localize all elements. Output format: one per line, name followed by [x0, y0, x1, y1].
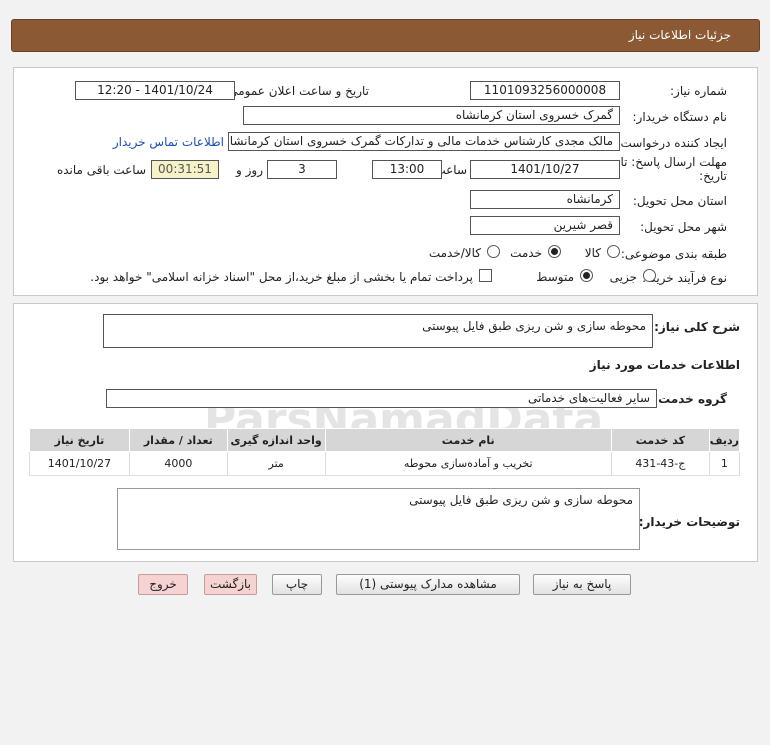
buyer-notes-text: محوطه سازی و شن ریزی طبق فایل پیوستی	[409, 493, 633, 507]
service-group-field: سایر فعالیت‌های خدماتی	[106, 389, 657, 408]
general-desc-label: شرح کلی نیاز:	[654, 320, 740, 334]
cell-service-code: ج-43-431	[610, 451, 710, 476]
process-option-medium: متوسط	[536, 270, 574, 284]
need-number-field: 1101093256000008	[470, 81, 620, 100]
treasury-payment-note: پرداخت تمام یا بخشی از مبلغ خرید،از محل …	[90, 270, 473, 284]
category-radio-goods-service[interactable]	[487, 245, 500, 258]
category-radio-service[interactable]	[548, 245, 561, 258]
services-table: ردیف کد خدمت نام خدمت واحد اندازه گیری ت…	[29, 428, 741, 476]
general-desc-text: محوطه سازی و شن ریزی طبق فایل پیوستی	[422, 319, 646, 333]
info-panel: شماره نیاز: 1101093256000008 تاریخ و ساع…	[13, 67, 758, 296]
treasury-payment-checkbox[interactable]	[479, 269, 492, 282]
deadline-date-field: 1401/10/27	[470, 160, 620, 179]
remaining-label: ساعت باقی مانده	[56, 163, 146, 177]
col-header-unit: واحد اندازه گیری	[226, 428, 326, 452]
col-header-service-code: کد خدمت	[610, 428, 710, 452]
buyer-org-field: گمرک خسروی استان کرمانشاه	[243, 106, 620, 125]
buyer-notes-field: محوطه سازی و شن ریزی طبق فایل پیوستی	[117, 488, 640, 550]
category-label: طبقه بندی موضوعی:	[620, 247, 727, 261]
table-header-row: ردیف کد خدمت نام خدمت واحد اندازه گیری ت…	[29, 428, 741, 452]
buyer-contact-link[interactable]: اطلاعات تماس خریدار	[113, 135, 224, 149]
category-radio-goods[interactable]	[607, 245, 620, 258]
announce-field: 1401/10/24 - 12:20	[75, 81, 235, 100]
process-radio-medium[interactable]	[580, 269, 593, 282]
announce-label: تاریخ و ساعت اعلان عمومی:	[224, 84, 369, 98]
exit-button[interactable]: خروج	[138, 574, 188, 595]
cell-row-number: 1	[708, 451, 741, 476]
process-option-minor: جزیی	[609, 270, 637, 284]
process-radio-minor[interactable]	[643, 269, 656, 282]
back-button[interactable]: بازگشت	[204, 574, 257, 595]
category-option-goods: کالا	[584, 246, 601, 260]
buyer-org-label: نام دستگاه خریدار:	[632, 110, 728, 124]
buyer-notes-label: توضیحات خریدار:	[638, 515, 740, 529]
col-header-quantity: تعداد / مقدار	[128, 428, 228, 452]
province-label: استان محل تحویل:	[632, 194, 727, 208]
need-number-label: شماره نیاز:	[670, 84, 727, 98]
page-header: جزئیات اطلاعات نیاز	[11, 19, 760, 52]
col-header-need-date: تاریخ نیاز	[29, 428, 130, 452]
table-row: 1 ج-43-431 تخریب و آماده‌سازی محوطه متر …	[29, 451, 741, 476]
cell-need-date: 1401/10/27	[29, 451, 130, 476]
remaining-time-field: 00:31:51	[151, 160, 219, 179]
creator-field: مالک مجدی کارشناس خدمات مالی و تدارکات گ…	[228, 132, 620, 151]
city-field: قصر شیرین	[470, 216, 620, 235]
service-group-label: گروه خدمت:	[653, 392, 727, 406]
col-header-service-name: نام خدمت	[324, 428, 612, 452]
cell-unit: متر	[226, 451, 326, 476]
days-label: روز و	[236, 163, 263, 177]
services-section-title: اطلاعات خدمات مورد نیاز	[589, 358, 740, 372]
view-attachments-button[interactable]: مشاهده مدارک پیوستی (1)	[336, 574, 520, 595]
cell-quantity: 4000	[128, 451, 228, 476]
deadline-label-date: تاریخ:	[699, 169, 727, 183]
general-desc-field: محوطه سازی و شن ریزی طبق فایل پیوستی	[103, 314, 653, 348]
deadline-label: مهلت ارسال پاسخ: تا	[620, 155, 727, 169]
category-option-service: خدمت	[510, 246, 542, 260]
reply-button[interactable]: پاسخ به نیاز	[533, 574, 631, 595]
col-header-row-number: ردیف	[708, 428, 741, 452]
details-panel: ParsNamadData شرح کلی نیاز: محوطه سازی و…	[13, 303, 758, 562]
days-field: 3	[267, 160, 337, 179]
city-label: شهر محل تحویل:	[640, 220, 727, 234]
cell-service-name: تخریب و آماده‌سازی محوطه	[324, 451, 612, 476]
province-field: کرمانشاه	[470, 190, 620, 209]
deadline-time-field: 13:00	[372, 160, 442, 179]
page-title: جزئیات اطلاعات نیاز	[628, 28, 731, 42]
print-button[interactable]: چاپ	[272, 574, 322, 595]
category-option-goods-service: کالا/خدمت	[428, 246, 481, 260]
creator-label: ایجاد کننده درخواست:	[616, 136, 727, 150]
